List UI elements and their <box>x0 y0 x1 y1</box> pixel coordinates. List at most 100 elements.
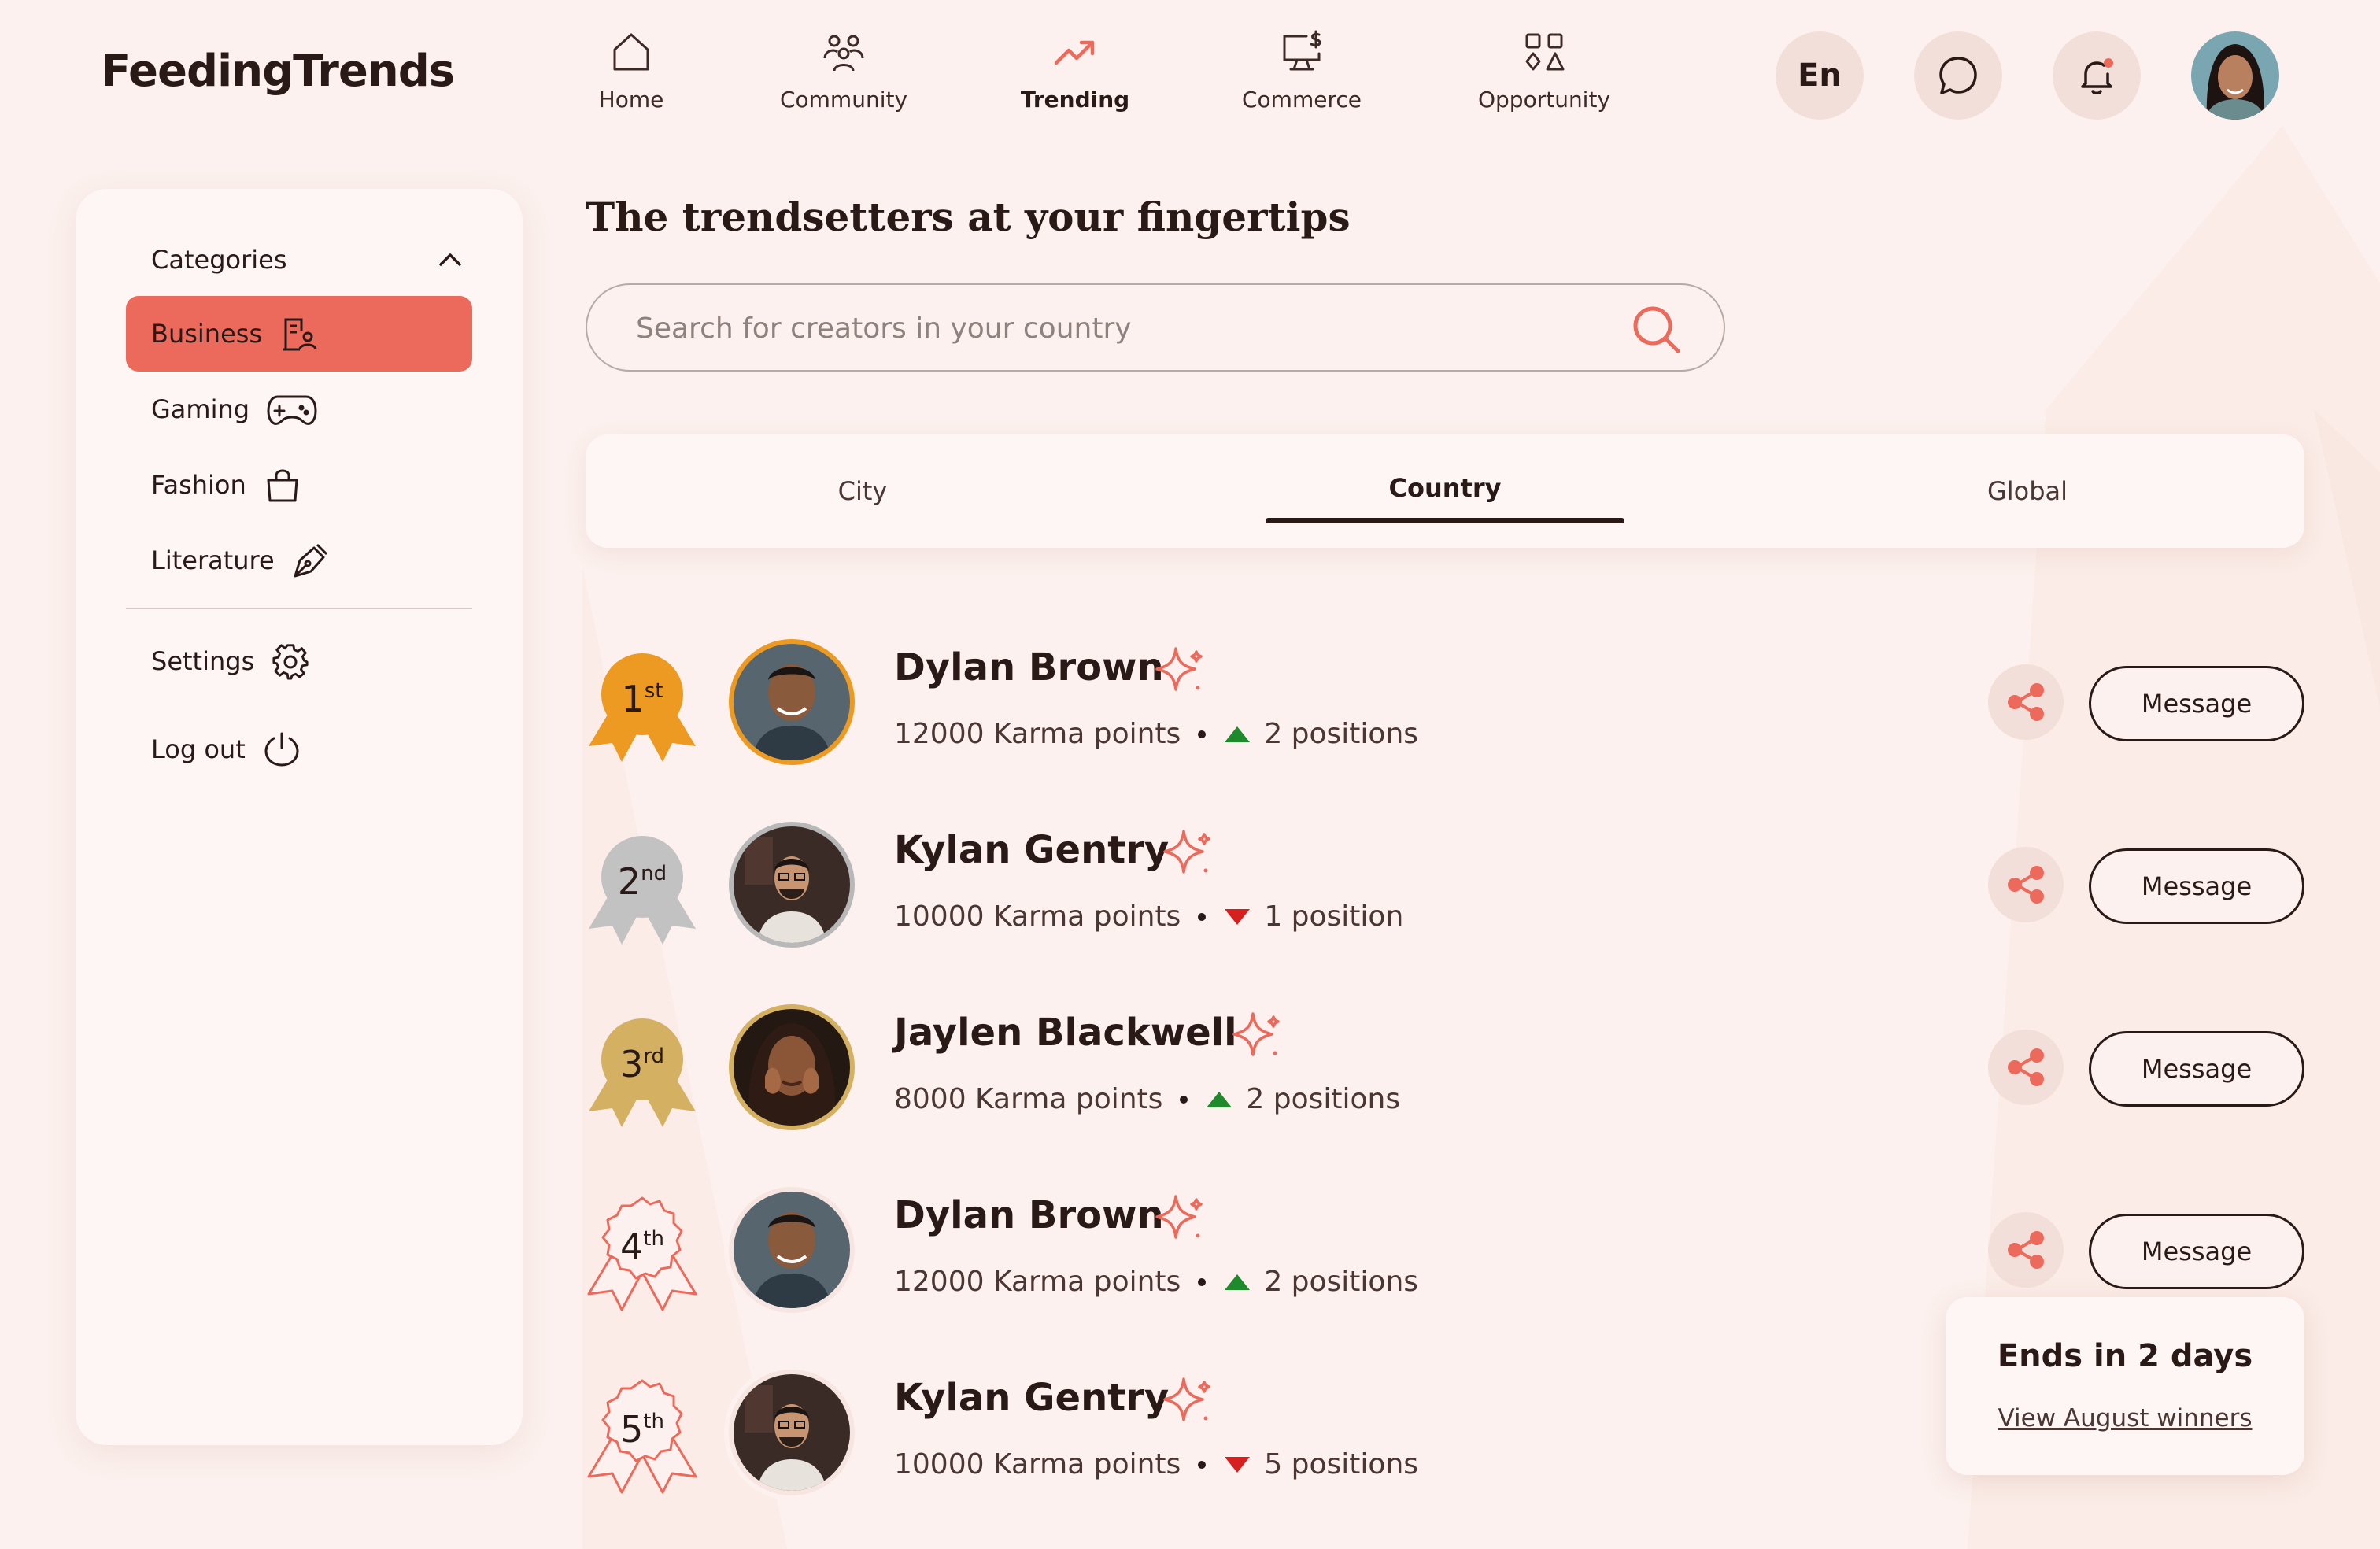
nav-commerce-label: Commerce <box>1242 87 1362 113</box>
nav-home[interactable]: Home <box>537 28 726 113</box>
creator-avatar[interactable] <box>724 634 859 770</box>
creator-avatar[interactable] <box>724 1365 859 1500</box>
sidebar-item-fashion-label: Fashion <box>151 470 246 500</box>
trending-icon <box>1054 40 1095 65</box>
share-button[interactable] <box>1988 664 2064 740</box>
share-button[interactable] <box>1988 1212 2064 1288</box>
chat-icon <box>1939 57 1977 94</box>
karma-points: 10000 Karma points <box>894 1448 1181 1481</box>
rank-number: 5 <box>620 1408 643 1451</box>
pen-icon <box>294 543 327 578</box>
leaderboard-row: 1st Dylan Brown 12000 Karma points 2 pos… <box>586 634 2304 773</box>
message-button[interactable]: Message <box>2089 1031 2304 1107</box>
sparkle-icon <box>1163 830 1210 874</box>
sidebar: Categories Business Gaming Fashion Liter… <box>76 189 523 1445</box>
nav-home-label: Home <box>598 87 664 113</box>
tab-global-label: Global <box>1986 476 2068 506</box>
creator-avatar[interactable] <box>724 817 859 952</box>
user-avatar-image <box>2191 31 2279 120</box>
separator-dot <box>1198 1277 1207 1286</box>
rank-suffix: rd <box>643 1044 664 1068</box>
nav-commerce[interactable]: Commerce <box>1207 28 1396 113</box>
rank-number: 4 <box>620 1226 643 1268</box>
sidebar-item-gaming[interactable]: Gaming <box>126 372 472 447</box>
search-bar <box>586 283 1725 372</box>
nav-community[interactable]: Community <box>749 28 938 113</box>
creator-avatar-image <box>734 1374 850 1491</box>
contest-ends-title: Ends in 2 days <box>1997 1338 2253 1374</box>
creator-name[interactable]: Dylan Brown <box>894 1193 1164 1237</box>
separator-dot <box>1198 730 1207 738</box>
sidebar-divider <box>126 608 472 609</box>
bronze-medal-icon: 3rd <box>589 1018 696 1127</box>
tab-city[interactable]: City <box>586 434 1140 548</box>
creator-stats: 12000 Karma points 2 positions <box>894 1266 1418 1298</box>
search-icon[interactable] <box>1629 302 1683 356</box>
sidebar-item-settings[interactable]: Settings <box>126 623 472 699</box>
home-icon <box>613 33 649 71</box>
page-title: The trendsetters at your fingertips <box>586 194 1351 240</box>
gold-medal-icon: 1st <box>589 653 696 762</box>
sidebar-item-literature-label: Literature <box>151 545 275 575</box>
leaderboard-row: 2nd Kylan Gentry 10000 Karma points 1 po… <box>586 817 2304 956</box>
search-input[interactable] <box>636 309 1580 348</box>
share-icon <box>2008 683 2044 721</box>
user-avatar[interactable] <box>2191 31 2279 120</box>
karma-points: 12000 Karma points <box>894 718 1181 750</box>
chevron-up-icon[interactable] <box>434 244 466 275</box>
creator-avatar-image <box>734 644 850 760</box>
chat-button[interactable] <box>1914 31 2002 120</box>
share-button[interactable] <box>1988 1030 2064 1105</box>
tab-global[interactable]: Global <box>1750 434 2304 548</box>
karma-points: 8000 Karma points <box>894 1083 1163 1115</box>
tab-city-label: City <box>837 476 888 506</box>
creator-name[interactable]: Kylan Gentry <box>894 828 1169 872</box>
sidebar-item-fashion[interactable]: Fashion <box>126 447 472 523</box>
language-button[interactable]: En <box>1776 31 1864 120</box>
trend-up-icon <box>1225 726 1251 742</box>
business-icon <box>283 318 317 351</box>
opportunity-icon <box>1525 33 1565 71</box>
sidebar-item-literature[interactable]: Literature <box>126 523 472 598</box>
message-button[interactable]: Message <box>2089 1214 2304 1289</box>
nav-opportunity[interactable]: Opportunity <box>1450 28 1639 113</box>
active-tab-indicator <box>1266 518 1624 523</box>
creator-avatar-image <box>734 826 850 943</box>
sidebar-item-business-label: Business <box>151 319 263 349</box>
share-icon <box>2008 866 2044 904</box>
tab-country[interactable]: Country <box>1140 434 1750 548</box>
sidebar-item-logout[interactable]: Log out <box>126 712 472 787</box>
creator-avatar[interactable] <box>724 1182 859 1318</box>
separator-dot <box>1198 912 1207 921</box>
nav-trending-label: Trending <box>1020 87 1130 113</box>
position-change: 2 positions <box>1264 718 1419 750</box>
karma-points: 10000 Karma points <box>894 900 1181 933</box>
sidebar-item-business[interactable]: Business <box>126 296 472 372</box>
creator-avatar-image <box>734 1009 850 1126</box>
rank-number: 2 <box>618 860 641 903</box>
creator-stats: 12000 Karma points 2 positions <box>894 718 1418 750</box>
creator-name[interactable]: Kylan Gentry <box>894 1376 1169 1420</box>
notifications-button[interactable] <box>2053 31 2141 120</box>
creator-avatar-image <box>734 1192 850 1308</box>
message-button[interactable]: Message <box>2089 848 2304 924</box>
trend-up-icon <box>1207 1091 1232 1107</box>
message-button[interactable]: Message <box>2089 666 2304 741</box>
trend-down-icon <box>1225 908 1251 925</box>
creator-name[interactable]: Dylan Brown <box>894 645 1164 689</box>
separator-dot <box>1198 1460 1207 1469</box>
gear-icon <box>272 644 309 680</box>
creator-avatar[interactable] <box>724 1000 859 1135</box>
outline-medal-icon: 5th <box>587 1379 697 1494</box>
categories-header[interactable]: Categories <box>151 244 466 275</box>
nav-trending[interactable]: Trending <box>981 28 1170 113</box>
creator-name[interactable]: Jaylen Blackwell <box>894 1011 1237 1055</box>
sidebar-item-settings-label: Settings <box>151 646 255 676</box>
sparkle-icon <box>1232 1012 1280 1056</box>
bell-icon <box>2081 58 2113 94</box>
creator-stats: 10000 Karma points 5 positions <box>894 1448 1418 1481</box>
brand-logo[interactable]: FeedingTrends <box>101 46 455 97</box>
share-button[interactable] <box>1988 847 2064 922</box>
view-winners-link[interactable]: View August winners <box>1946 1404 2304 1433</box>
position-change: 2 positions <box>1246 1083 1401 1115</box>
